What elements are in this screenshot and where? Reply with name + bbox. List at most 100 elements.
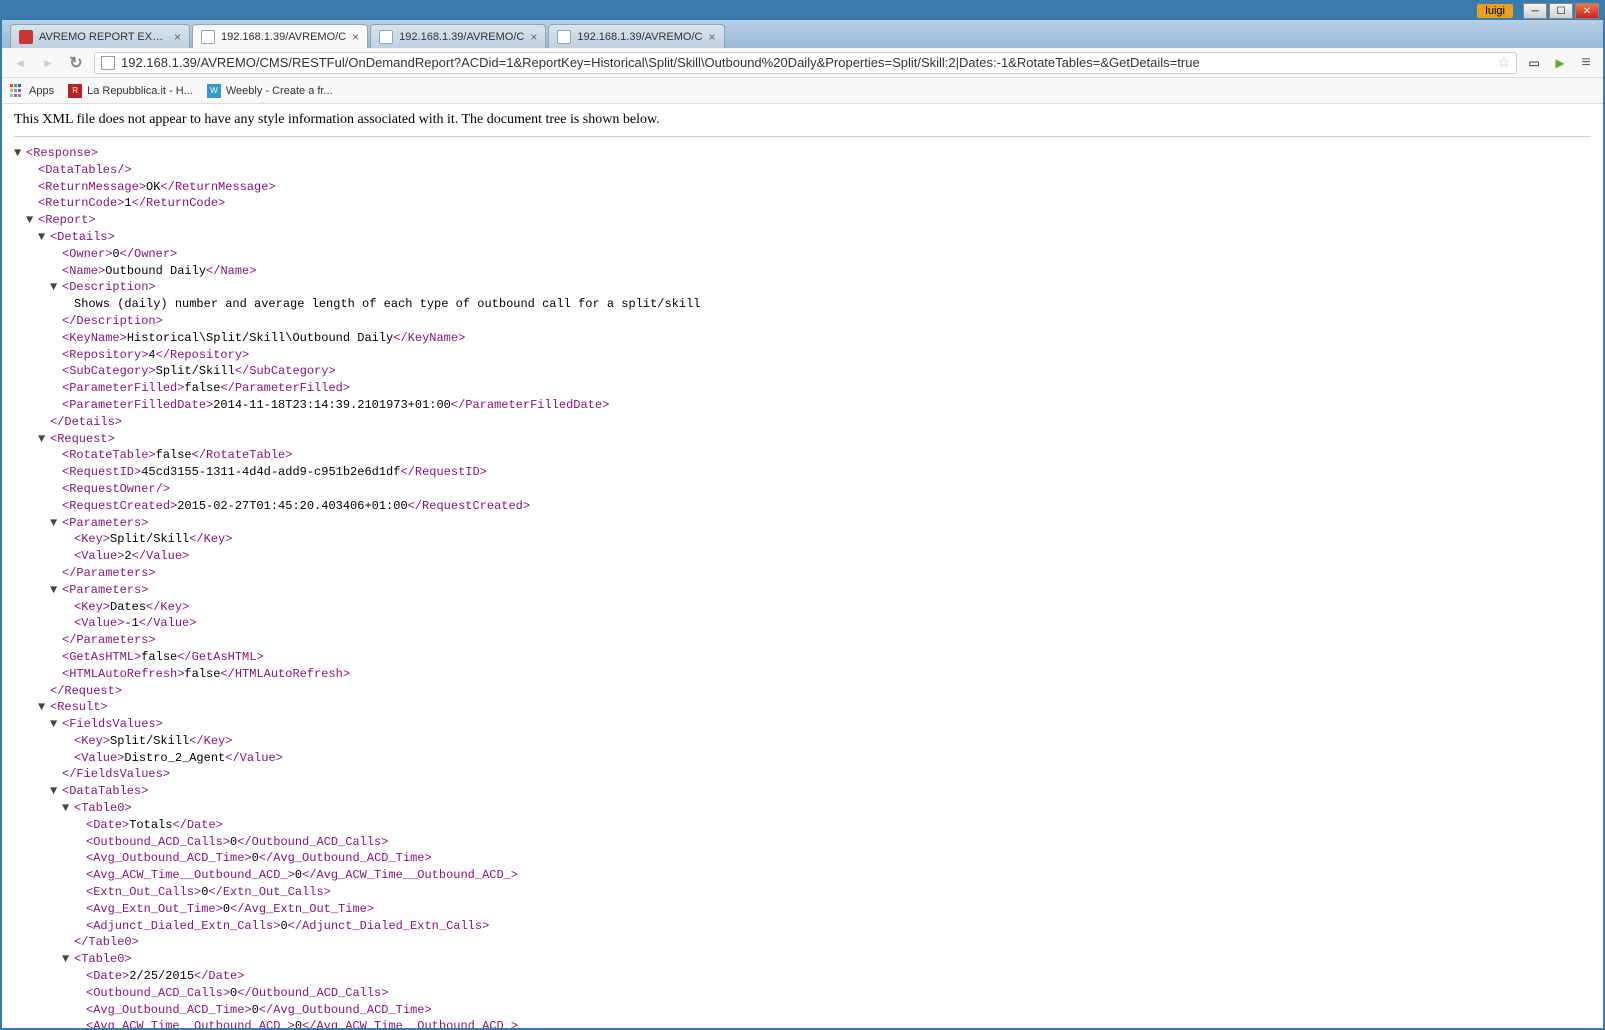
xml-node: <Avg_Extn_Out_Time>0</Avg_Extn_Out_Time> bbox=[86, 901, 1591, 918]
xml-node: <Key>Dates</Key> bbox=[74, 599, 1591, 616]
collapse-icon[interactable]: ▼ bbox=[26, 212, 33, 229]
xml-node: </Details> bbox=[50, 414, 1591, 431]
tab-0[interactable]: AVREMO REPORT EXPLO × bbox=[10, 24, 190, 48]
xml-text: Shows (daily) number and average length … bbox=[74, 296, 1591, 313]
tab-1[interactable]: 192.168.1.39/AVREMO/C × bbox=[192, 24, 368, 48]
xml-node: </Request> bbox=[50, 683, 1591, 700]
xml-node: <Date>2/25/2015</Date> bbox=[86, 968, 1591, 985]
xml-node: ▼<Parameters> bbox=[62, 515, 1591, 532]
bookmark-weebly[interactable]: W Weebly - Create a fr... bbox=[207, 84, 333, 98]
collapse-icon[interactable]: ▼ bbox=[50, 582, 57, 599]
tab-close-icon[interactable]: × bbox=[709, 30, 716, 44]
bookmark-label: Weebly - Create a fr... bbox=[226, 85, 333, 97]
xml-node: ▼<Table0> bbox=[74, 800, 1591, 817]
address-bar[interactable]: 192.168.1.39/AVREMO/CMS/RESTFul/OnDemand… bbox=[94, 52, 1517, 74]
content-area[interactable]: This XML file does not appear to have an… bbox=[2, 104, 1603, 1028]
xml-node: </Description> bbox=[62, 313, 1591, 330]
tab-title: 192.168.1.39/AVREMO/C bbox=[221, 31, 346, 43]
xml-node: <RequestOwner/> bbox=[62, 481, 1591, 498]
xml-node: <Key>Split/Skill</Key> bbox=[74, 733, 1591, 750]
xml-node: <SubCategory>Split/Skill</SubCategory> bbox=[62, 363, 1591, 380]
device-icon[interactable]: ▭ bbox=[1525, 54, 1543, 72]
collapse-icon[interactable]: ▼ bbox=[38, 229, 45, 246]
tab-title: 192.168.1.39/AVREMO/C bbox=[399, 31, 524, 43]
xml-node: <ReturnCode>1</ReturnCode> bbox=[38, 195, 1591, 212]
favicon-icon bbox=[379, 30, 393, 44]
bookmarks-bar: Apps R La Repubblica.it - H... W Weebly … bbox=[2, 78, 1603, 104]
xml-node: ▼<Report> bbox=[38, 212, 1591, 229]
bookmark-label: La Repubblica.it - H... bbox=[87, 85, 193, 97]
tab-3[interactable]: 192.168.1.39/AVREMO/C × bbox=[548, 24, 724, 48]
xml-tree: ▼<Response> <DataTables/> <ReturnMessage… bbox=[14, 145, 1591, 1028]
titlebar: luigi ─ ☐ ✕ bbox=[2, 2, 1603, 20]
xml-node: </Table0> bbox=[74, 934, 1591, 951]
bookmark-star-icon[interactable]: ☆ bbox=[1497, 54, 1510, 71]
xml-node: <Extn_Out_Calls>0</Extn_Out_Calls> bbox=[86, 884, 1591, 901]
xml-node: <Avg_Outbound_ACD_Time>0</Avg_Outbound_A… bbox=[86, 1002, 1591, 1019]
extension-icon[interactable]: ▶ bbox=[1551, 54, 1569, 72]
xml-node: <Outbound_ACD_Calls>0</Outbound_ACD_Call… bbox=[86, 834, 1591, 851]
xml-node: <RequestCreated>2015-02-27T01:45:20.4034… bbox=[62, 498, 1591, 515]
collapse-icon[interactable]: ▼ bbox=[38, 699, 45, 716]
favicon-icon bbox=[19, 30, 33, 44]
close-button[interactable]: ✕ bbox=[1575, 3, 1599, 19]
collapse-icon[interactable]: ▼ bbox=[50, 515, 57, 532]
xml-node: <Avg_ACW_Time__Outbound_ACD_>0</Avg_ACW_… bbox=[86, 1018, 1591, 1028]
xml-node: </FieldsValues> bbox=[62, 766, 1591, 783]
xml-node: <HTMLAutoRefresh>false</HTMLAutoRefresh> bbox=[62, 666, 1591, 683]
tab-title: AVREMO REPORT EXPLO bbox=[39, 31, 168, 43]
xml-node: <DataTables/> bbox=[38, 162, 1591, 179]
xml-node: <Adjunct_Dialed_Extn_Calls>0</Adjunct_Di… bbox=[86, 918, 1591, 935]
browser-window: luigi ─ ☐ ✕ AVREMO REPORT EXPLO × 192.16… bbox=[0, 0, 1605, 1030]
xml-node: ▼<Response> bbox=[26, 145, 1591, 162]
user-badge[interactable]: luigi bbox=[1477, 4, 1513, 18]
xml-node: <RotateTable>false</RotateTable> bbox=[62, 447, 1591, 464]
bookmark-repubblica[interactable]: R La Repubblica.it - H... bbox=[68, 84, 193, 98]
collapse-icon[interactable]: ▼ bbox=[38, 431, 45, 448]
tab-close-icon[interactable]: × bbox=[352, 30, 359, 44]
xml-node: <ParameterFilled>false</ParameterFilled> bbox=[62, 380, 1591, 397]
nav-bar: ◄ ► ↻ 192.168.1.39/AVREMO/CMS/RESTFul/On… bbox=[2, 48, 1603, 78]
xml-node: <Value>Distro_2_Agent</Value> bbox=[74, 750, 1591, 767]
back-button[interactable]: ◄ bbox=[10, 53, 30, 73]
xml-node: ▼<Table0> bbox=[74, 951, 1591, 968]
xml-node: <Value>-1</Value> bbox=[74, 615, 1591, 632]
collapse-icon[interactable]: ▼ bbox=[50, 783, 57, 800]
xml-node: <Outbound_ACD_Calls>0</Outbound_ACD_Call… bbox=[86, 985, 1591, 1002]
apps-icon bbox=[10, 84, 24, 98]
chrome-menu-icon[interactable]: ≡ bbox=[1577, 54, 1595, 72]
xml-node: <Owner>0</Owner> bbox=[62, 246, 1591, 263]
bookmark-apps[interactable]: Apps bbox=[10, 84, 54, 98]
xml-node: <Repository>4</Repository> bbox=[62, 347, 1591, 364]
reload-icon: ↻ bbox=[69, 53, 82, 73]
bookmark-icon: W bbox=[207, 84, 221, 98]
collapse-icon[interactable]: ▼ bbox=[50, 716, 57, 733]
minimize-button[interactable]: ─ bbox=[1523, 3, 1547, 19]
xml-node: <RequestID>45cd3155-1311-4d4d-add9-c951b… bbox=[62, 464, 1591, 481]
tab-title: 192.168.1.39/AVREMO/C bbox=[577, 31, 702, 43]
url-text: 192.168.1.39/AVREMO/CMS/RESTFul/OnDemand… bbox=[121, 55, 1497, 70]
collapse-icon[interactable]: ▼ bbox=[62, 951, 69, 968]
favicon-icon bbox=[201, 30, 215, 44]
collapse-icon[interactable]: ▼ bbox=[14, 145, 21, 162]
xml-node: ▼<Parameters> bbox=[62, 582, 1591, 599]
maximize-button[interactable]: ☐ bbox=[1549, 3, 1573, 19]
xml-node: ▼<Request> bbox=[50, 431, 1591, 448]
tab-2[interactable]: 192.168.1.39/AVREMO/C × bbox=[370, 24, 546, 48]
page-icon bbox=[101, 56, 115, 70]
collapse-icon[interactable]: ▼ bbox=[50, 279, 57, 296]
xml-notice: This XML file does not appear to have an… bbox=[14, 112, 1591, 137]
collapse-icon[interactable]: ▼ bbox=[62, 800, 69, 817]
tab-close-icon[interactable]: × bbox=[530, 30, 537, 44]
forward-button[interactable]: ► bbox=[38, 53, 58, 73]
xml-node: <Name>Outbound Daily</Name> bbox=[62, 263, 1591, 280]
xml-node: ▼<Details> bbox=[50, 229, 1591, 246]
bookmark-label: Apps bbox=[29, 85, 54, 97]
xml-node: <GetAsHTML>false</GetAsHTML> bbox=[62, 649, 1591, 666]
xml-node: </Parameters> bbox=[62, 632, 1591, 649]
tab-close-icon[interactable]: × bbox=[174, 30, 181, 44]
xml-node: <Key>Split/Skill</Key> bbox=[74, 531, 1591, 548]
xml-node: <Avg_ACW_Time__Outbound_ACD_>0</Avg_ACW_… bbox=[86, 867, 1591, 884]
reload-button[interactable]: ↻ bbox=[66, 53, 86, 73]
xml-node: </Parameters> bbox=[62, 565, 1591, 582]
